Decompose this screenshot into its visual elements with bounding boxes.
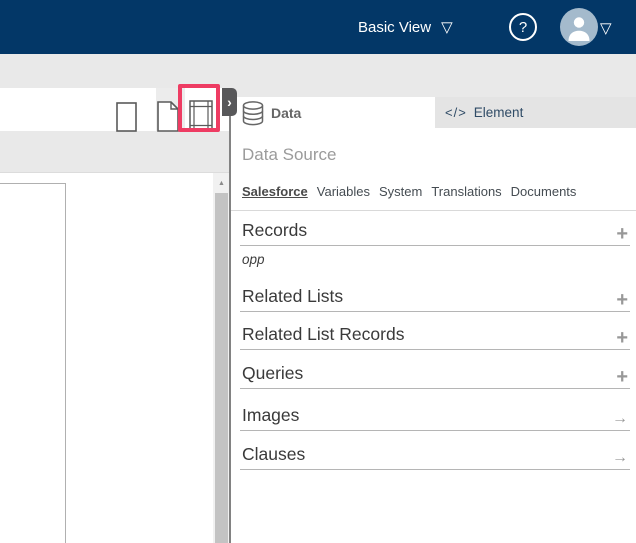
database-icon: [242, 101, 264, 126]
page-view-toolbar: ›: [0, 88, 230, 131]
chevron-down-icon: ▽: [441, 20, 453, 35]
page-margins-icon: [189, 100, 213, 132]
avatar[interactable]: [560, 8, 598, 46]
source-tab-documents[interactable]: Documents: [511, 184, 577, 199]
source-tab-translations[interactable]: Translations: [431, 184, 501, 199]
code-icon: </>: [445, 105, 467, 120]
section-related-list-records-label: Related List Records: [242, 324, 404, 345]
add-query-button[interactable]: +: [616, 367, 628, 387]
document-page: [0, 183, 66, 543]
canvas-scrollbar: ▲: [213, 173, 230, 543]
source-tab-salesforce[interactable]: Salesforce: [242, 184, 308, 199]
triangle-up-icon: ▲: [218, 180, 225, 187]
section-related-lists: Related Lists +: [240, 284, 630, 312]
section-clauses: Clauses →: [240, 442, 630, 470]
section-related-lists-label: Related Lists: [242, 286, 343, 307]
chevron-right-icon: ›: [227, 94, 232, 110]
user-menu-chevron-icon[interactable]: ▽: [600, 19, 612, 37]
person-icon: [560, 8, 598, 46]
section-records: Records +: [240, 218, 630, 246]
data-source-tabs: Salesforce Variables System Translations…: [242, 184, 576, 199]
tab-data-label: Data: [271, 105, 301, 121]
section-queries-label: Queries: [242, 363, 303, 384]
view-mode-label: Basic View: [358, 19, 431, 36]
tab-element-label: Element: [474, 105, 524, 120]
blank-page-icon: [116, 102, 137, 132]
record-item-opp[interactable]: opp: [242, 252, 265, 267]
top-navbar: Basic View ▽ ? ▽: [0, 0, 636, 54]
tab-element[interactable]: </> Element: [435, 97, 636, 128]
template-designer-app: Basic View ▽ ? ▽: [0, 0, 636, 543]
page-view-button[interactable]: [116, 102, 137, 132]
scrollbar-thumb[interactable]: [215, 193, 228, 543]
section-clauses-label: Clauses: [242, 444, 305, 465]
add-record-button[interactable]: +: [616, 224, 628, 244]
page-with-fold-view-button[interactable]: [157, 101, 179, 132]
panel-collapse-button[interactable]: ›: [222, 88, 237, 116]
view-mode-selector[interactable]: Basic View ▽: [358, 0, 453, 54]
source-tabs-rule: [231, 210, 636, 211]
document-canvas: ▲: [0, 172, 230, 543]
source-tab-variables[interactable]: Variables: [317, 184, 370, 199]
open-images-button[interactable]: →: [612, 411, 628, 427]
panel-heading: Data Source: [242, 145, 337, 165]
scroll-up-button[interactable]: ▲: [213, 173, 230, 193]
open-clauses-button[interactable]: →: [612, 450, 628, 466]
data-panel: Data </> Element Data Source Salesforce …: [231, 97, 636, 543]
canvas-margin-band: [0, 131, 230, 172]
question-mark-icon: ?: [519, 19, 527, 36]
section-related-list-records: Related List Records +: [240, 322, 630, 350]
section-images-label: Images: [242, 405, 299, 426]
add-related-list-button[interactable]: +: [616, 290, 628, 310]
section-queries: Queries +: [240, 361, 630, 389]
source-tab-system[interactable]: System: [379, 184, 422, 199]
section-images: Images →: [240, 403, 630, 431]
tab-data[interactable]: Data: [231, 97, 435, 129]
section-records-label: Records: [242, 220, 307, 241]
folded-page-icon: [157, 101, 179, 132]
help-button[interactable]: ?: [509, 13, 537, 41]
add-related-list-record-button[interactable]: +: [616, 328, 628, 348]
page-margins-view-button[interactable]: [189, 100, 213, 132]
